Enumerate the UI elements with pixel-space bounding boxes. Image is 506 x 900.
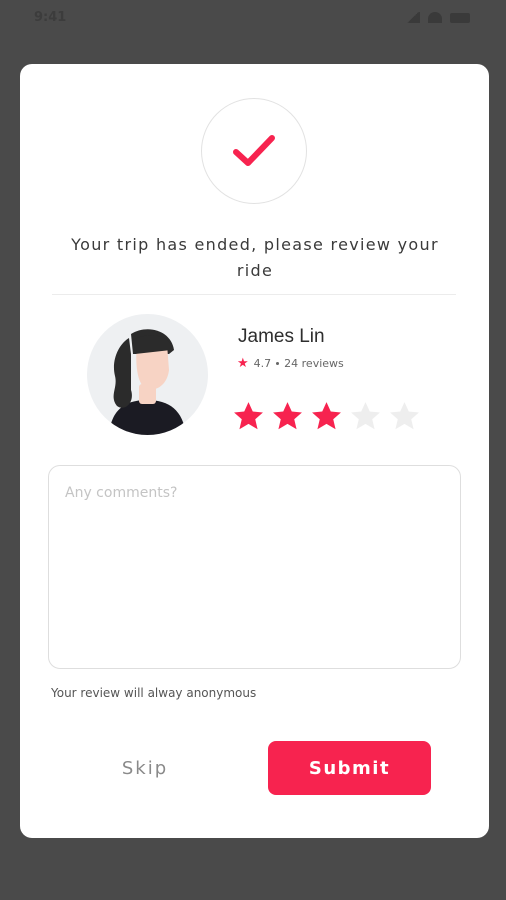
star-5[interactable] <box>388 400 421 433</box>
star-1[interactable] <box>232 400 265 433</box>
star-icon: ★ <box>237 356 249 371</box>
success-badge <box>201 98 307 204</box>
wifi-icon <box>428 12 442 23</box>
star-rating <box>232 400 421 433</box>
star-4[interactable] <box>349 400 382 433</box>
anonymous-note: Your review will alway anonymous <box>51 686 257 700</box>
star-3[interactable] <box>310 400 343 433</box>
driver-rating: ★ 4.7 24 reviews <box>237 357 344 370</box>
review-count: 24 reviews <box>284 357 344 370</box>
divider <box>52 294 456 295</box>
modal-title: Your trip has ended, please review your … <box>71 235 439 280</box>
status-time: 9:41 <box>34 10 67 25</box>
driver-name: James Lin <box>238 326 325 347</box>
submit-button[interactable]: Submit <box>268 741 431 795</box>
status-bar: 9:41 <box>0 0 506 36</box>
battery-icon <box>450 12 470 23</box>
separator-dot <box>276 362 280 365</box>
rating-value: 4.7 <box>253 357 272 370</box>
star-2[interactable] <box>271 400 304 433</box>
comments-input[interactable] <box>48 465 461 669</box>
review-modal: Your trip has ended, please review your … <box>20 64 489 838</box>
check-icon <box>233 135 275 166</box>
driver-avatar <box>87 314 208 435</box>
status-icons <box>406 12 470 23</box>
signal-icon <box>406 12 420 23</box>
skip-button[interactable]: Skip <box>80 742 210 794</box>
